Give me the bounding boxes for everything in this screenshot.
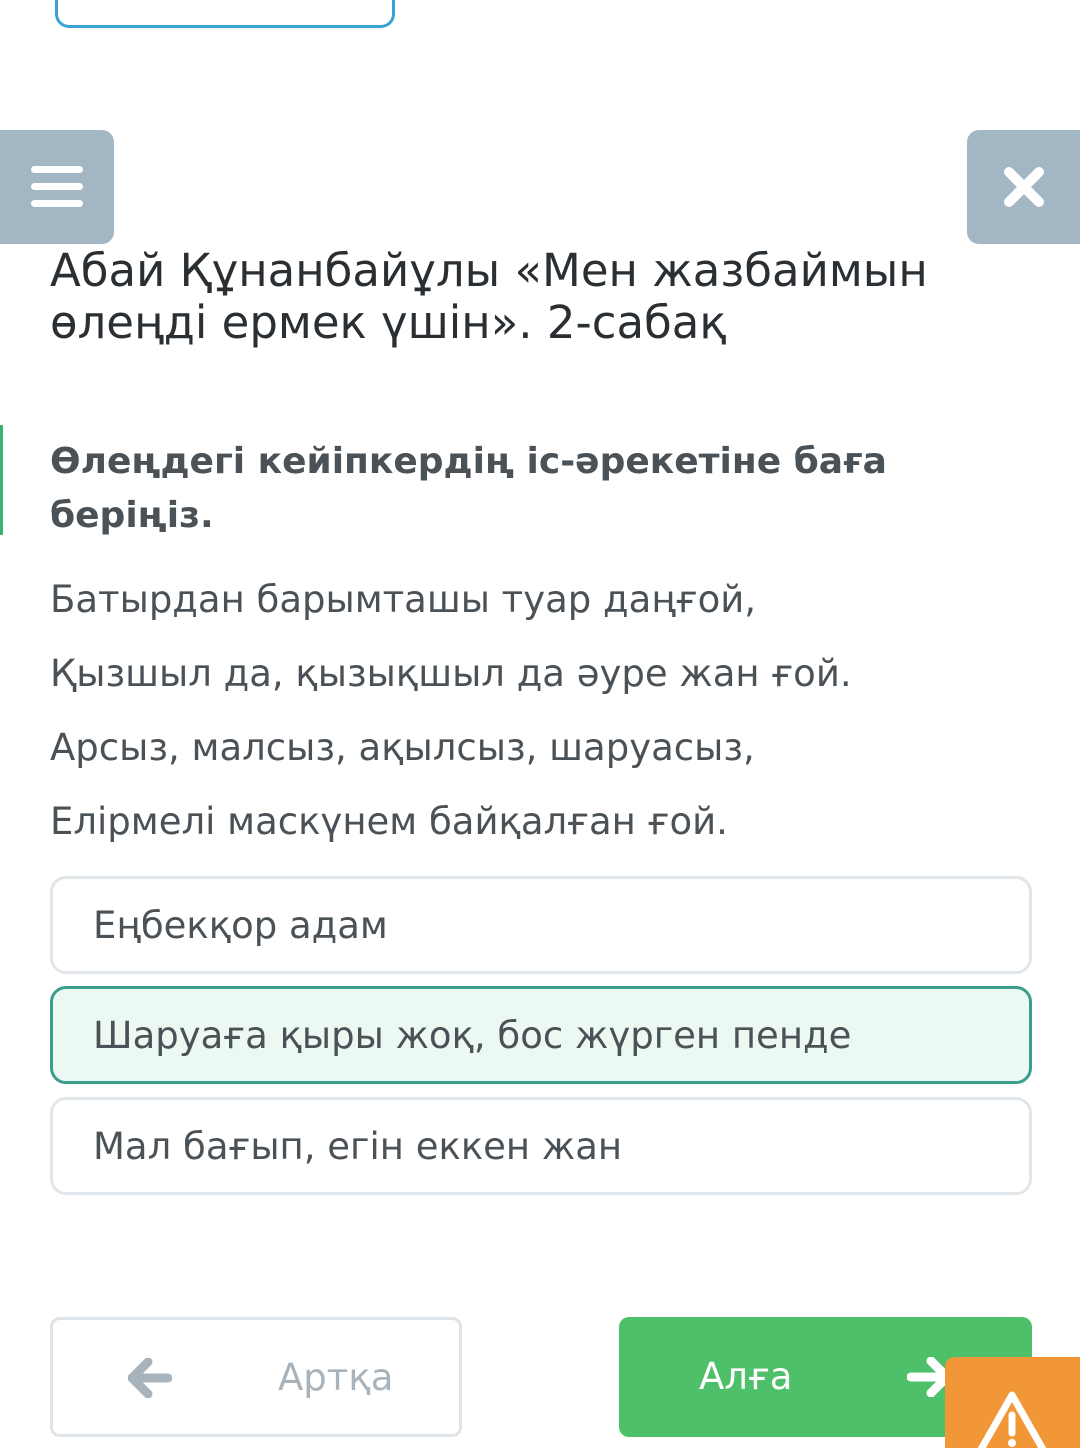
answer-option-selected[interactable]: Шаруаға қыры жоқ, бос жүрген пенде bbox=[50, 986, 1032, 1084]
poem-line: Елірмелі маскүнем байқалған ғой. bbox=[50, 800, 728, 843]
report-problem-button[interactable] bbox=[945, 1357, 1080, 1448]
arrow-left-icon bbox=[128, 1358, 172, 1398]
back-button[interactable]: Артқа bbox=[50, 1317, 462, 1437]
hamburger-menu-icon bbox=[31, 166, 83, 207]
close-button[interactable] bbox=[967, 130, 1080, 244]
question-accent-bar bbox=[0, 425, 3, 535]
answer-option[interactable]: Мал бағып, егін еккен жан bbox=[50, 1097, 1032, 1195]
question-prompt: Өлеңдегі кейіпкердің іс-әрекетіне баға б… bbox=[50, 441, 887, 536]
poem-line: Арсыз, малсыз, ақылсыз, шаруасыз, bbox=[50, 726, 755, 769]
answer-option[interactable]: Еңбекқор адам bbox=[50, 876, 1032, 974]
back-button-label: Артқа bbox=[278, 1356, 394, 1399]
close-icon bbox=[1003, 167, 1044, 207]
menu-button[interactable] bbox=[0, 130, 114, 244]
poem-text: Батырдан барымташы туар даңғой, Қызшыл д… bbox=[50, 563, 1030, 859]
answer-option-label: Шаруаға қыры жоқ, бос жүрген пенде bbox=[93, 1013, 852, 1057]
poem-line: Қызшыл да, қызықшыл да әуре жан ғой. bbox=[50, 652, 852, 695]
poem-line: Батырдан барымташы туар даңғой, bbox=[50, 578, 757, 621]
next-button-label: Алға bbox=[699, 1355, 793, 1398]
answer-option-label: Еңбекқор адам bbox=[93, 903, 388, 947]
page-title: Абай Құнанбайұлы «Мен жазбаймын өлеңді е… bbox=[50, 244, 928, 349]
warning-icon bbox=[977, 1391, 1047, 1448]
top-tab[interactable] bbox=[55, 0, 395, 28]
answer-option-label: Мал бағып, егін еккен жан bbox=[93, 1124, 623, 1168]
